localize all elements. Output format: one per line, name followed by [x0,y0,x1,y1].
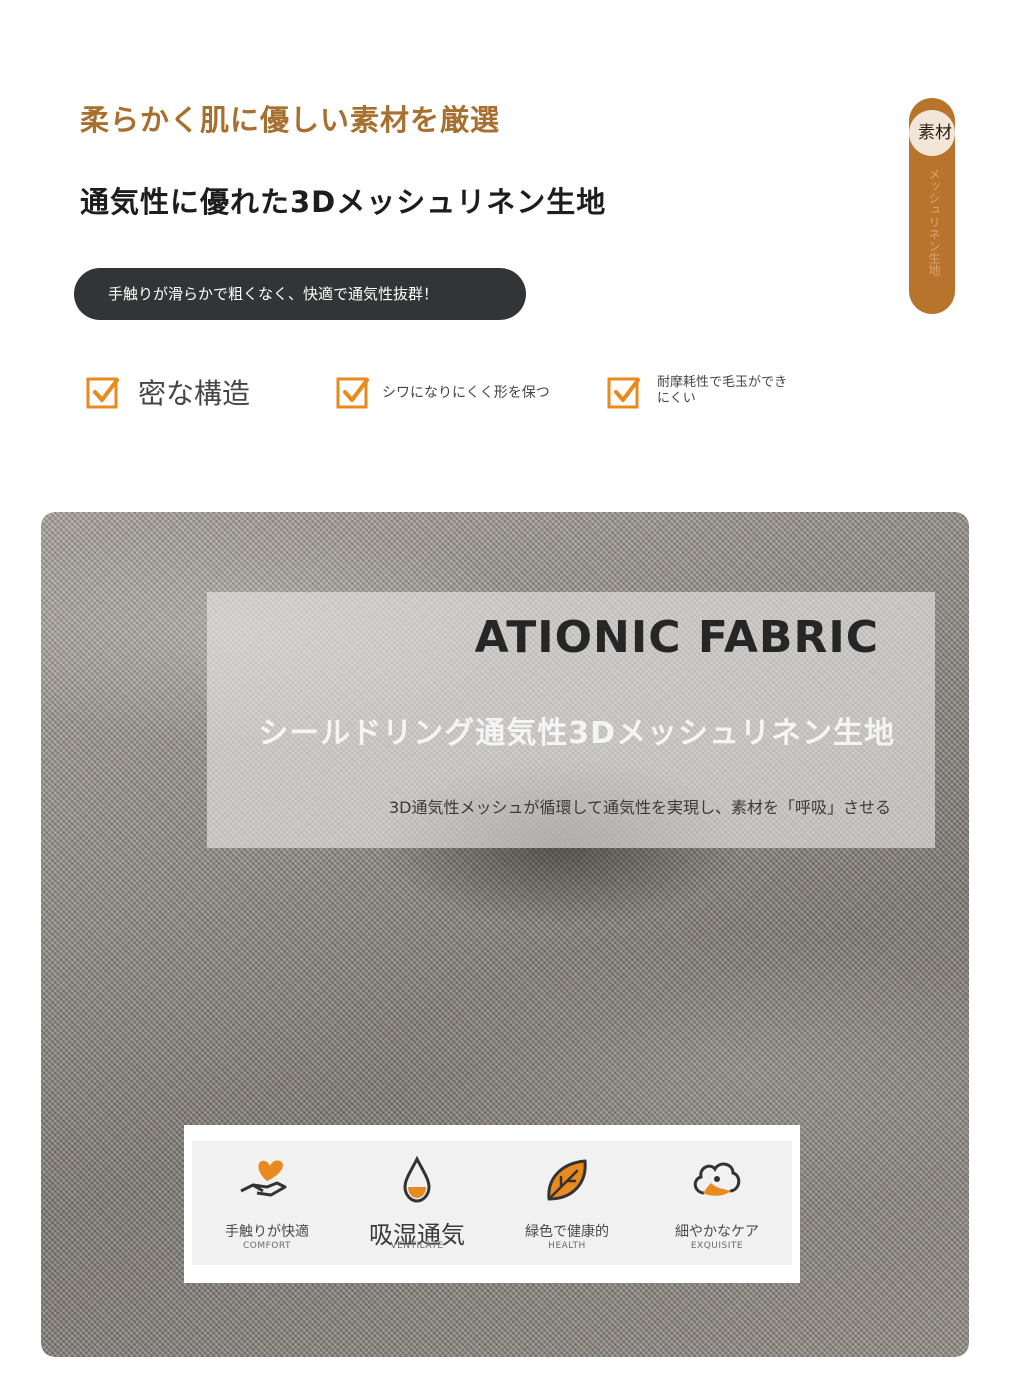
cotton-icon [693,1162,741,1196]
tagline-pill: 手触りが滑らかで粗くなく、快適で通気性抜群！ [74,268,526,320]
side-tab[interactable]: 素材 メッシュリネン生地 [909,98,955,314]
checkbox-icon [86,377,119,409]
feature-item: 耐摩耗性で毛玉ができにくい [607,375,827,415]
badge-sub: COMFORT [243,1241,291,1251]
checkbox-icon [336,377,369,409]
tagline-text: 手触りが滑らかで粗くなく、快適で通気性抜群！ [108,285,439,303]
fabric-photo: ATIONIC FABRIC シールドリング通気性3Dメッシュリネン生地 3D通… [41,512,969,1357]
badge-label: 細やかなケア [675,1224,759,1240]
leaf-icon [547,1159,587,1201]
badge-label: 緑色で健康的 [525,1224,609,1240]
feature-text: 耐摩耗性で毛玉ができにくい [657,375,788,406]
side-tab-label: 素材 [918,123,952,143]
badge-sub: HEALTH [548,1241,586,1251]
hand-heart-icon [240,1160,287,1197]
checkbox-icon [607,377,640,409]
title-orange: 柔らかく肌に優しい素材を厳選 [80,103,501,137]
fabric-title-en: ATIONIC FABRIC [474,612,879,663]
badge-sub: EXQUISITE [690,1241,744,1251]
feature-text: 密な構造 [138,377,251,410]
side-tab-vertical-text: メッシュリネン生地 [927,168,941,276]
fabric-title-jp: シールドリング通気性3Dメッシュリネン生地 [258,716,895,751]
fabric-description: 3D通気性メッシュが循環して通気性を実現し、素材を「呼吸」させる [388,798,891,817]
badge-exquisite: 細やかなケア EXQUISITE [642,1141,792,1265]
feature-text: シワになりにくく形を保つ [382,385,550,401]
badge-health: 緑色で健康的 HEALTH [492,1141,642,1265]
title-black: 通気性に優れた3Dメッシュリネン生地 [80,185,607,219]
badge-row: 手触りが快適 COMFORT 吸湿通気 VENTILATE 緑色で健康的 HEA… [192,1141,792,1265]
feature-item: シワになりにくく形を保つ [336,375,576,415]
badge-ventilate: 吸湿通気 VENTILATE [342,1141,492,1265]
badge-panel: 手触りが快適 COMFORT 吸湿通気 VENTILATE 緑色で健康的 HEA… [184,1125,800,1283]
water-drop-icon [403,1155,431,1203]
feature-item: 密な構造 [86,375,306,415]
badge-comfort: 手触りが快適 COMFORT [192,1141,342,1265]
badge-sub: VENTILATE [390,1241,444,1251]
badge-label: 手触りが快適 [225,1224,309,1240]
